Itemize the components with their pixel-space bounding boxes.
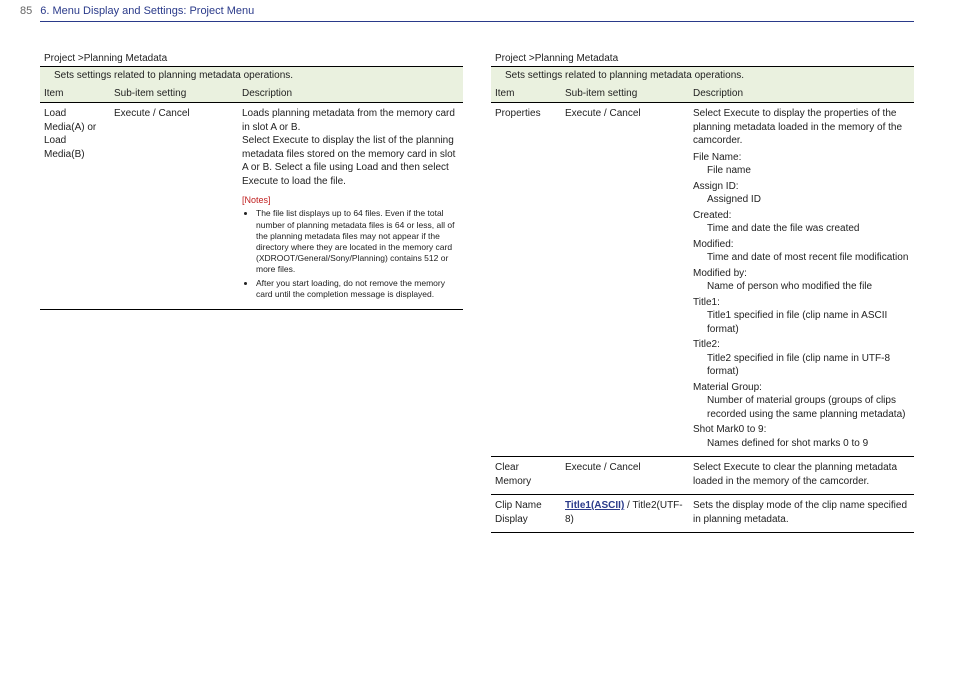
def-term: Title1: <box>693 296 910 310</box>
list-item: The file list displays up to 64 files. E… <box>256 208 459 274</box>
col-header-sub: Sub-item setting <box>110 85 238 103</box>
notes-list: The file list displays up to 64 files. E… <box>242 208 459 299</box>
table-row: Load Media(A) or Load Media(B) Execute /… <box>40 103 463 310</box>
left-column: Project >Planning Metadata Sets settings… <box>40 52 463 534</box>
panel-subtitle-right: Sets settings related to planning metada… <box>491 66 914 85</box>
definition-list: File Name: File name Assign ID: Assigned… <box>693 151 910 451</box>
def-term: Material Group: <box>693 381 910 395</box>
page-header: 85 6. Menu Display and Settings: Project… <box>40 0 914 22</box>
col-header-sub: Sub-item setting <box>561 85 689 103</box>
table-row: Clear Memory Execute / Cancel Select Exe… <box>491 457 914 495</box>
list-item: After you start loading, do not remove t… <box>256 278 459 300</box>
table-header-row: Item Sub-item setting Description <box>491 85 914 103</box>
table-header-row: Item Sub-item setting Description <box>40 85 463 103</box>
def-val: Time and date the file was created <box>693 222 910 236</box>
def-term: Title2: <box>693 338 910 352</box>
option-selected: Title1(ASCII) <box>565 500 624 511</box>
def-term: Modified: <box>693 238 910 252</box>
def-val: Number of material groups (groups of cli… <box>693 394 910 421</box>
cell-desc: Loads planning metadata from the memory … <box>238 103 463 310</box>
cell-sub: Execute / Cancel <box>110 103 238 310</box>
right-column: Project >Planning Metadata Sets settings… <box>491 52 914 534</box>
def-term: Created: <box>693 209 910 223</box>
panel-title-left: Project >Planning Metadata <box>44 52 463 66</box>
col-header-desc: Description <box>238 85 463 103</box>
cell-sub: Execute / Cancel <box>561 457 689 495</box>
def-val: File name <box>693 164 910 178</box>
settings-table-right: Item Sub-item setting Description Proper… <box>491 85 914 534</box>
def-val: Names defined for shot marks 0 to 9 <box>693 437 910 451</box>
col-header-item: Item <box>40 85 110 103</box>
def-val: Assigned ID <box>693 193 910 207</box>
table-row: Clip Name Display Title1(ASCII) / Title2… <box>491 495 914 533</box>
cell-desc: Select Execute to clear the planning met… <box>689 457 914 495</box>
def-val: Title2 specified in file (clip name in U… <box>693 352 910 379</box>
cell-item: Load Media(A) or Load Media(B) <box>40 103 110 310</box>
page-content: Project >Planning Metadata Sets settings… <box>0 52 954 534</box>
def-term: Modified by: <box>693 267 910 281</box>
desc-text: Select Execute to display the properties… <box>693 107 910 148</box>
cell-item: Properties <box>491 103 561 457</box>
cell-desc: Sets the display mode of the clip name s… <box>689 495 914 533</box>
def-val: Title1 specified in file (clip name in A… <box>693 309 910 336</box>
cell-sub: Execute / Cancel <box>561 103 689 457</box>
col-header-item: Item <box>491 85 561 103</box>
panel-title-right: Project >Planning Metadata <box>495 52 914 66</box>
col-header-desc: Description <box>689 85 914 103</box>
table-row: Properties Execute / Cancel Select Execu… <box>491 103 914 457</box>
page-number: 85 <box>20 4 32 19</box>
cell-desc: Select Execute to display the properties… <box>689 103 914 457</box>
cell-sub: Title1(ASCII) / Title2(UTF-8) <box>561 495 689 533</box>
section-title: 6. Menu Display and Settings: Project Me… <box>40 4 254 19</box>
desc-text: Loads planning metadata from the memory … <box>242 107 459 188</box>
notes-label: [Notes] <box>242 194 459 206</box>
def-term: Shot Mark0 to 9: <box>693 423 910 437</box>
def-val: Time and date of most recent file modifi… <box>693 251 910 265</box>
panel-subtitle-left: Sets settings related to planning metada… <box>40 66 463 85</box>
cell-item: Clear Memory <box>491 457 561 495</box>
def-val: Name of person who modified the file <box>693 280 910 294</box>
settings-table-left: Item Sub-item setting Description Load M… <box>40 85 463 310</box>
cell-item: Clip Name Display <box>491 495 561 533</box>
def-term: File Name: <box>693 151 910 165</box>
def-term: Assign ID: <box>693 180 910 194</box>
